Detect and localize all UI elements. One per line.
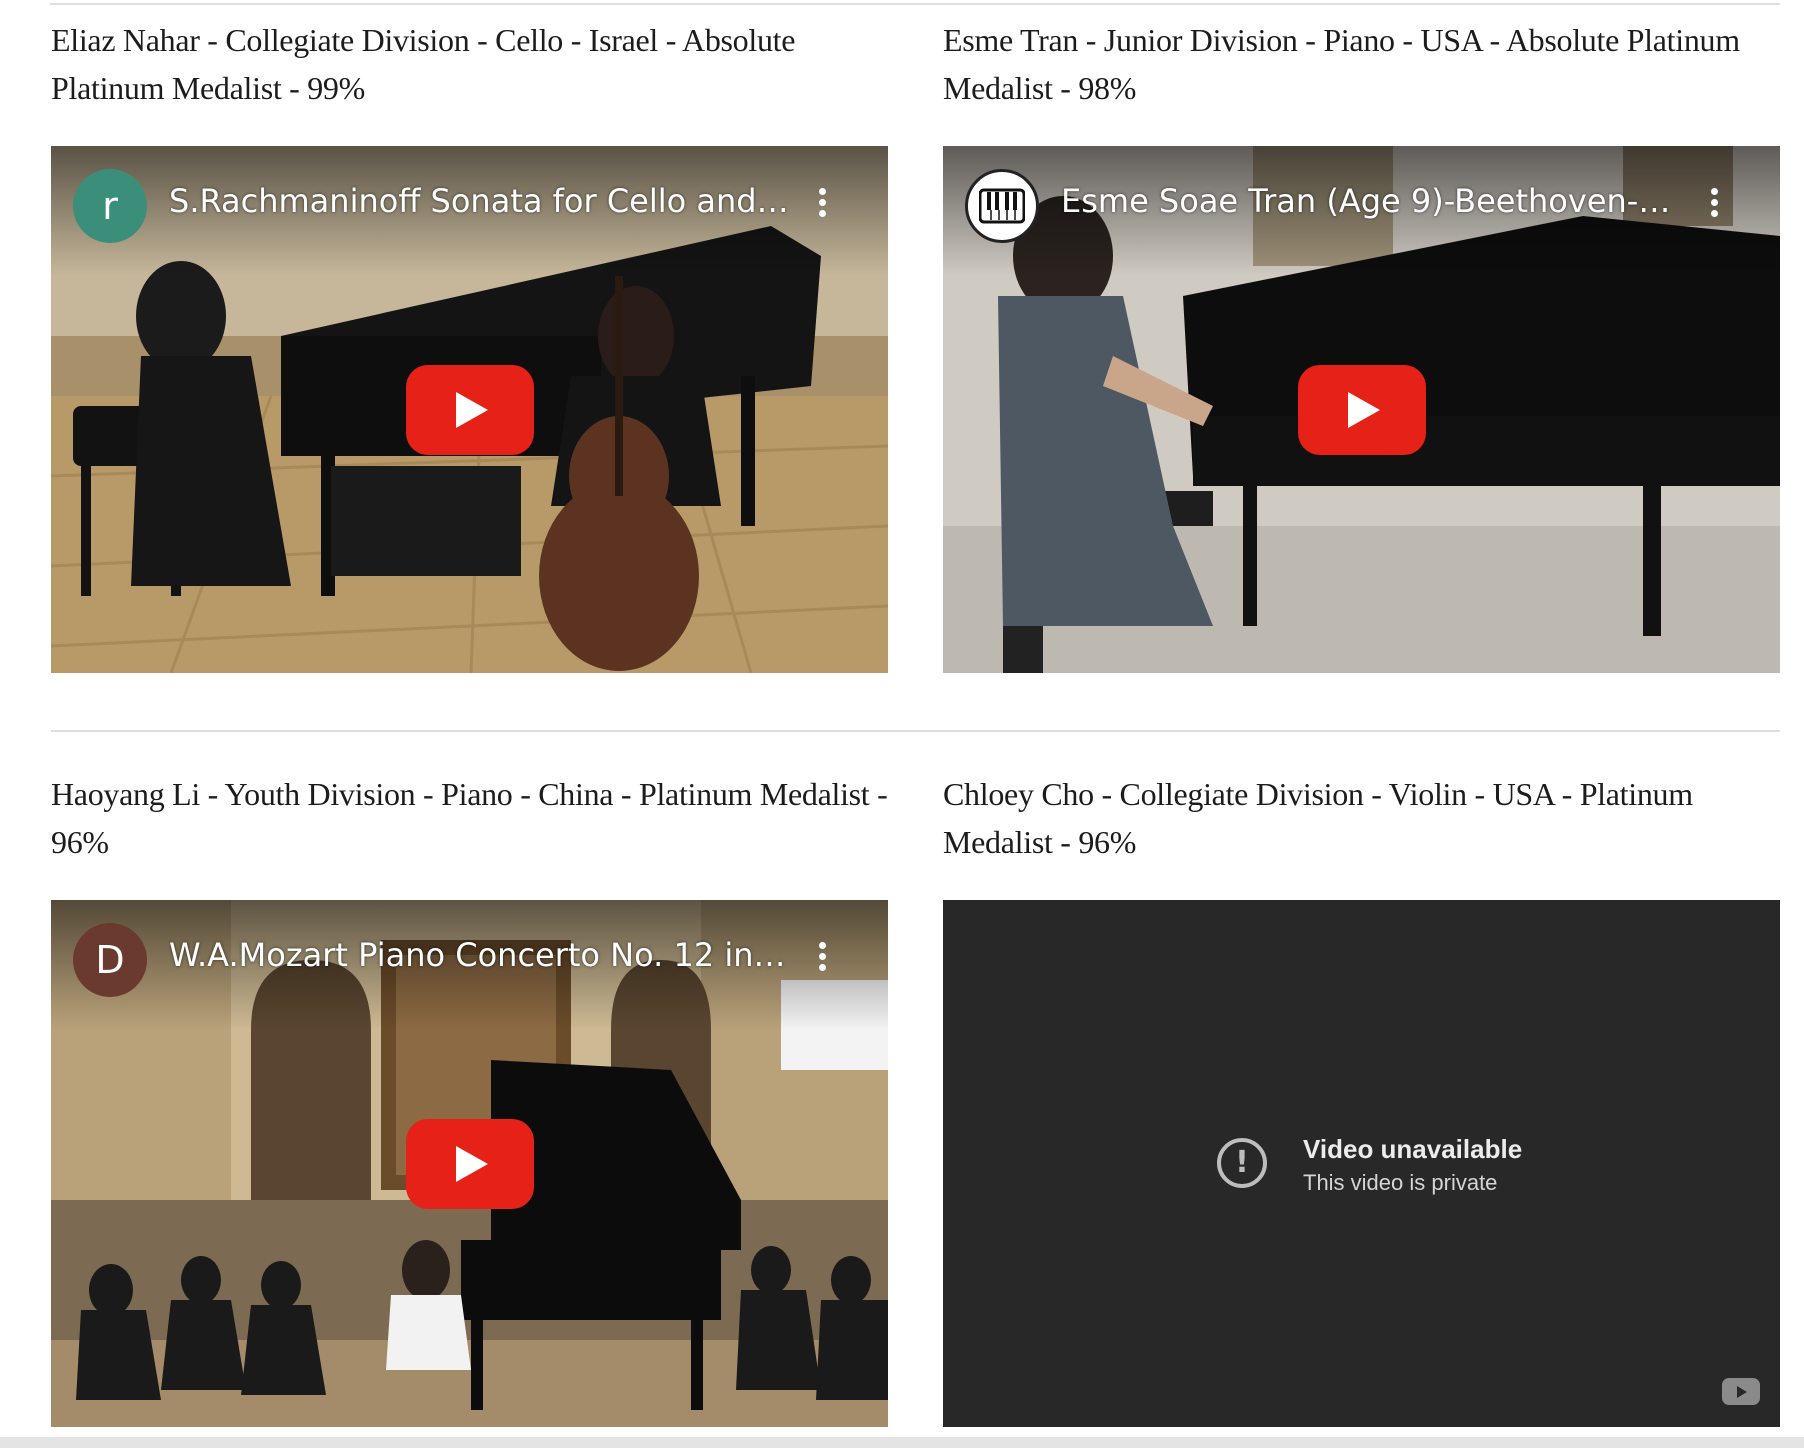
- video-title[interactable]: Esme Soae Tran (Age 9)-Beethoven-So…: [1061, 182, 1681, 220]
- entry-caption: Chloey Cho - Collegiate Division - Violi…: [943, 776, 1693, 860]
- channel-avatar[interactable]: r: [73, 169, 147, 243]
- entry-caption: Esme Tran - Junior Division - Piano - US…: [943, 22, 1740, 106]
- more-options-icon[interactable]: [816, 942, 828, 976]
- youtube-logo-icon[interactable]: [1722, 1378, 1760, 1405]
- piano-keys-icon: [979, 188, 1025, 224]
- channel-avatar[interactable]: D: [73, 923, 147, 997]
- play-button[interactable]: [1297, 364, 1426, 455]
- video-player[interactable]: Esme Soae Tran (Age 9)-Beethoven-So…: [943, 146, 1780, 673]
- video-player[interactable]: r S.Rachmaninoff Sonata for Cello and …: [51, 146, 888, 673]
- unavailable-subtitle: This video is private: [1303, 1170, 1498, 1195]
- more-options-icon[interactable]: [1708, 188, 1720, 222]
- channel-avatar[interactable]: [965, 169, 1039, 243]
- alert-icon: !: [1217, 1138, 1267, 1188]
- video-title[interactable]: S.Rachmaninoff Sonata for Cello and …: [169, 182, 789, 220]
- scrollbar-track: [0, 1437, 1804, 1448]
- play-button[interactable]: [405, 1118, 534, 1209]
- play-button[interactable]: [405, 364, 534, 455]
- more-options-icon[interactable]: [816, 188, 828, 222]
- video-player[interactable]: ! Video unavailable This video is privat…: [943, 900, 1780, 1427]
- channel-initial: D: [95, 938, 125, 982]
- video-title[interactable]: W.A.Mozart Piano Concerto No. 12 in …: [169, 936, 789, 974]
- unavailable-title: Video unavailable: [1303, 1134, 1523, 1164]
- video-player[interactable]: D W.A.Mozart Piano Concerto No. 12 in …: [51, 900, 888, 1427]
- entry-caption: Haoyang Li - Youth Division - Piano - Ch…: [51, 776, 888, 860]
- row-divider: [51, 730, 1780, 732]
- entry-caption: Eliaz Nahar - Collegiate Division - Cell…: [51, 22, 796, 106]
- channel-initial: r: [102, 184, 118, 228]
- top-divider: [50, 3, 1780, 5]
